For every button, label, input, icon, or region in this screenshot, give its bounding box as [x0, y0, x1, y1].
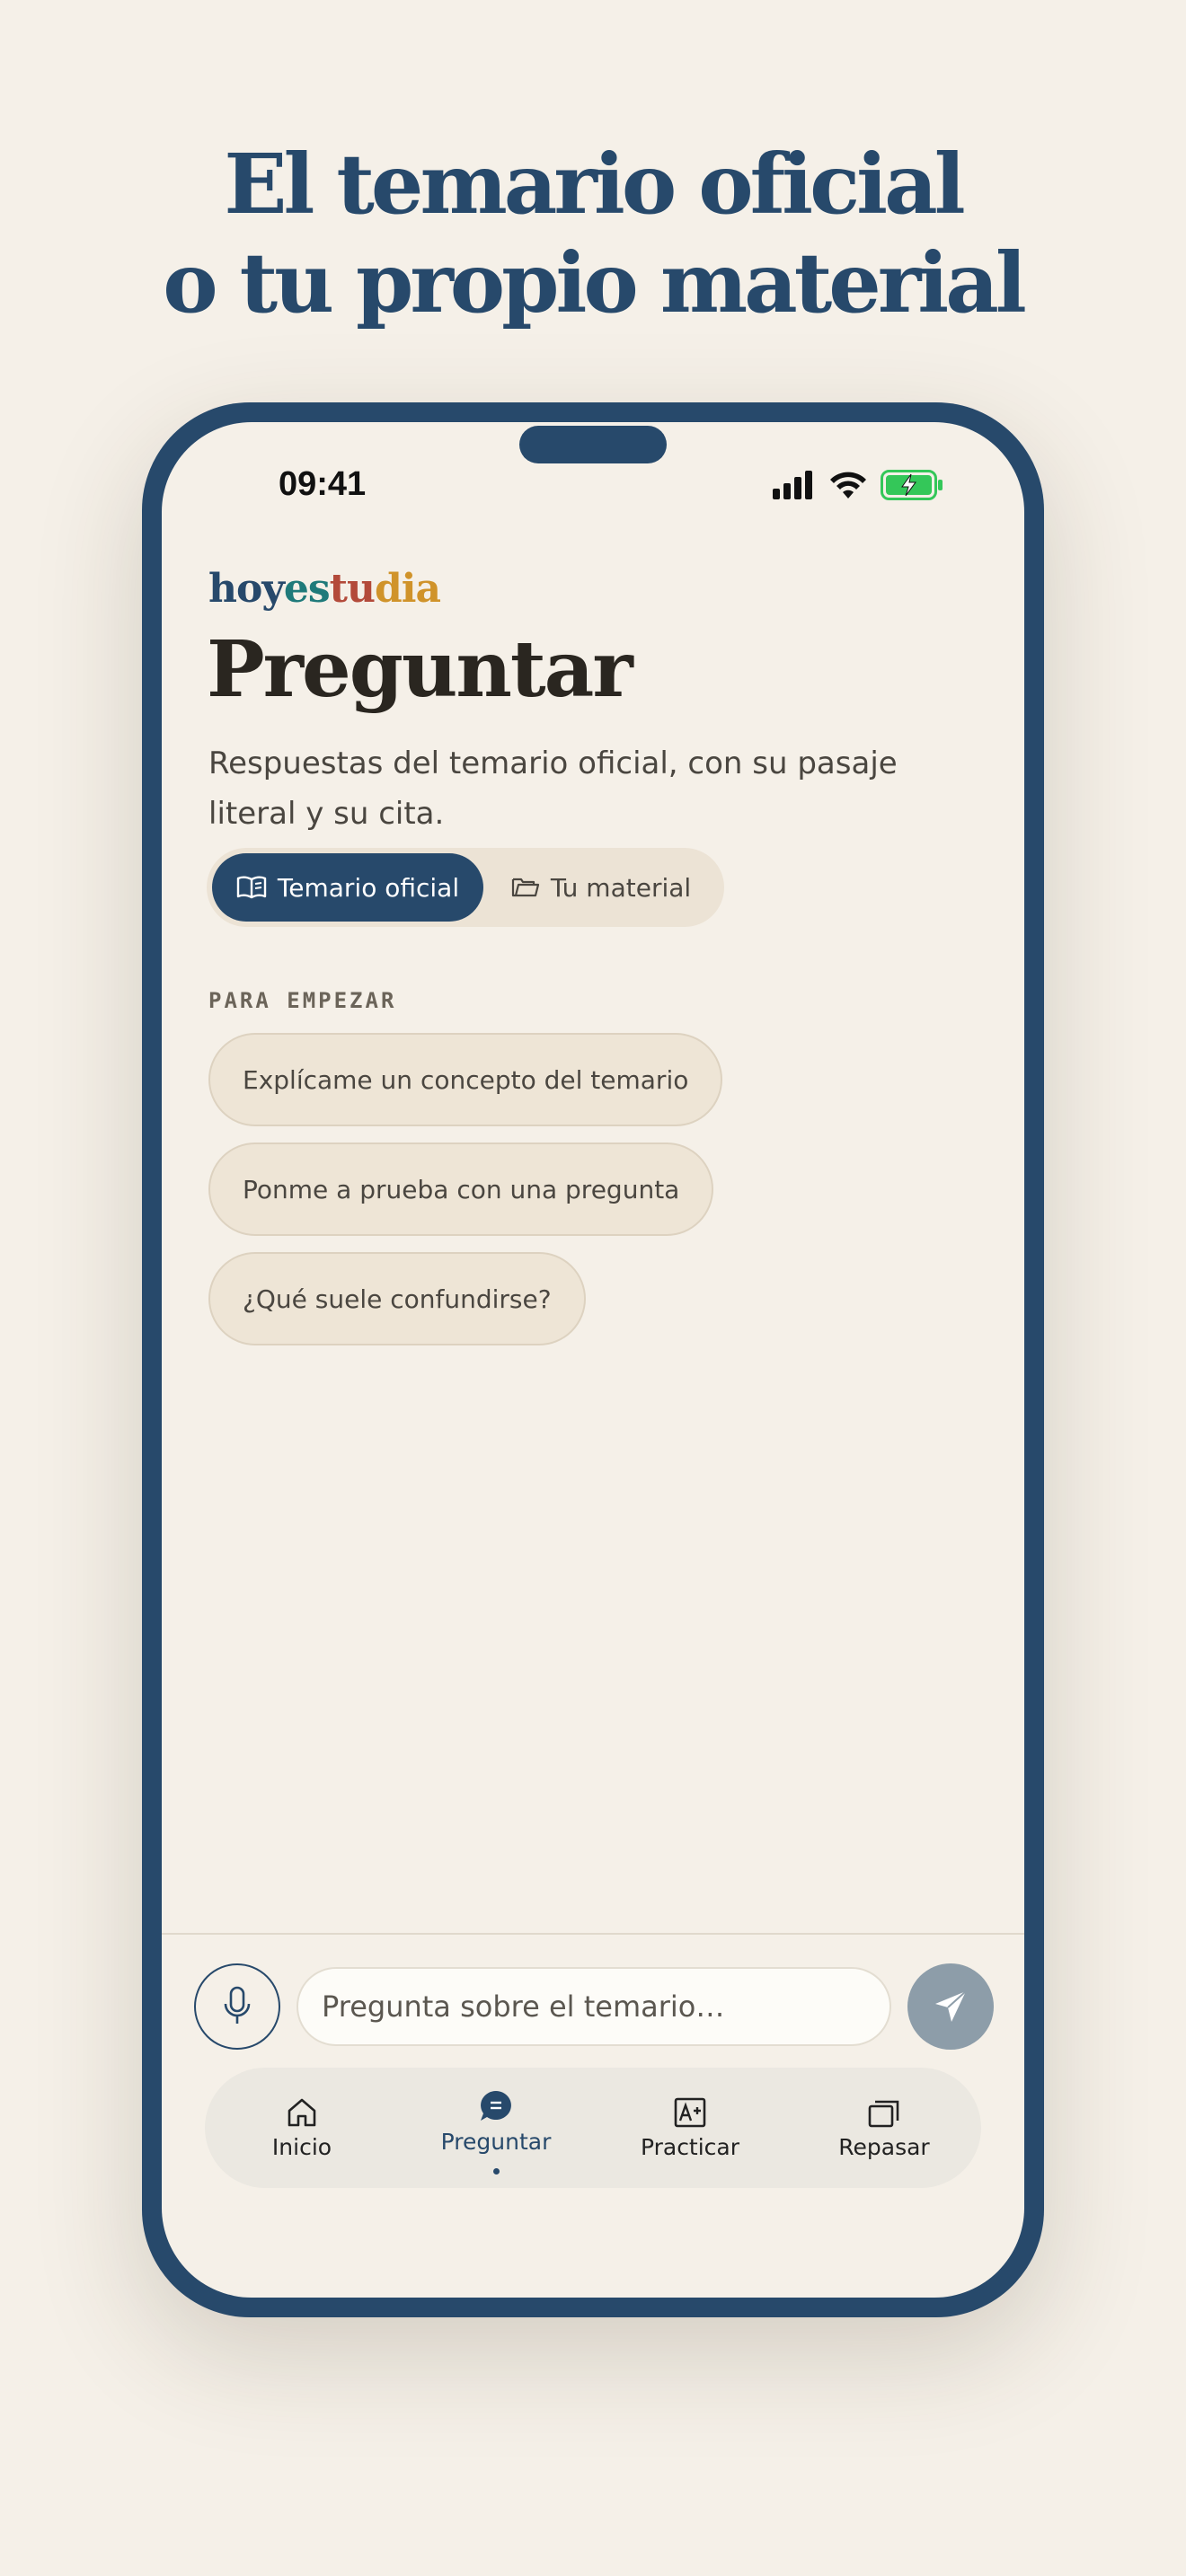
logo-part-3: tu [329, 566, 376, 612]
tab-preguntar[interactable]: Preguntar [399, 2068, 593, 2188]
home-icon [288, 2098, 316, 2126]
microphone-icon [224, 1986, 251, 2024]
dynamic-island [519, 426, 667, 463]
question-input[interactable]: Pregunta sobre el temario… [296, 1967, 891, 2046]
tab-label-inicio: Inicio [271, 2133, 332, 2160]
send-icon [935, 1990, 967, 2022]
cards-stack-icon [868, 2100, 899, 2127]
tab-repasar[interactable]: Repasar [787, 2068, 981, 2188]
wifi-icon [830, 472, 866, 498]
logo-part-1: hoy [208, 566, 285, 612]
battery-charging-icon [881, 470, 943, 500]
logo-part-2: es [283, 566, 331, 612]
folder-icon [511, 878, 539, 897]
toggle-temario-oficial[interactable]: Temario oficial [212, 853, 483, 922]
phone-screen: 09:41 hoyestudia Preguntar Respuestas de… [162, 422, 1024, 2298]
chat-bubble-icon [481, 2091, 511, 2121]
tab-label-preguntar: Preguntar [440, 2129, 552, 2155]
page-subtitle: Respuestas del temario oficial, con su p… [208, 745, 898, 832]
active-tab-indicator [492, 2168, 500, 2175]
logo-part-4: dia [375, 566, 441, 612]
suggestion-chip-1[interactable]: Explícame un concepto del temario [208, 1033, 723, 1126]
marketing-headline: El temario oficial o tu propio material [0, 135, 1186, 332]
composer-divider [162, 1933, 1024, 1935]
page-title: Preguntar [207, 624, 633, 715]
headline-line-1: El temario oficial [224, 136, 965, 233]
send-button[interactable] [907, 1963, 994, 2050]
cellular-signal-icon [773, 471, 812, 499]
suggestions-label: PARA EMPEZAR [208, 988, 397, 1013]
tab-label-practicar: Practicar [640, 2133, 740, 2160]
microphone-button[interactable] [194, 1963, 280, 2050]
toggle-label-oficial: Temario oficial [277, 872, 460, 903]
tab-practicar[interactable]: Practicar [593, 2068, 787, 2188]
tab-label-repasar: Repasar [838, 2133, 930, 2160]
status-icons [773, 467, 943, 503]
bottom-tab-bar: Inicio Preguntar Practicar Repasar [205, 2068, 981, 2188]
suggestion-chip-2[interactable]: Ponme a prueba con una pregunta [208, 1142, 714, 1236]
brand-logo: hoyestudia [208, 566, 441, 612]
status-time: 09:41 [279, 465, 367, 503]
tab-inicio[interactable]: Inicio [205, 2068, 399, 2188]
suggestion-chip-3[interactable]: ¿Qué suele confundirse? [208, 1252, 586, 1345]
source-toggle: Temario oficial Tu material [207, 848, 724, 927]
open-book-icon [236, 876, 267, 899]
toggle-label-material: Tu material [550, 872, 692, 903]
phone-frame: 09:41 hoyestudia Preguntar Respuestas de… [142, 402, 1044, 2317]
headline-line-2: o tu propio material [163, 234, 1027, 331]
toggle-tu-material[interactable]: Tu material [483, 853, 719, 922]
grade-a-plus-icon [674, 2097, 706, 2127]
